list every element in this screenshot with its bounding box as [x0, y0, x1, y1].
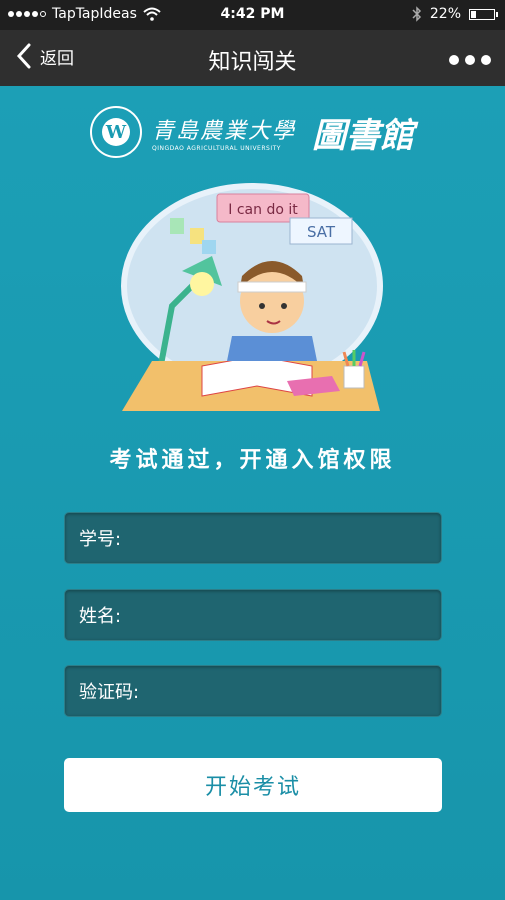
name-input[interactable]: [121, 589, 441, 641]
sign-text: I can do it: [228, 202, 298, 218]
school-name-en: QINGDAO AGRICULTURAL UNIVERSITY: [152, 144, 281, 152]
student-id-label: 学号:: [79, 529, 122, 550]
battery-percent: 22%: [429, 6, 461, 22]
more-dots-icon[interactable]: [449, 55, 491, 65]
studying-boy-illustration: I can do it SAT: [121, 183, 383, 411]
library-label: 圖書館: [312, 115, 415, 156]
student-id-field[interactable]: 学号:: [64, 512, 442, 564]
university-seal-icon: W: [90, 106, 142, 158]
captcha-field[interactable]: 验证码:: [64, 665, 442, 717]
library-logo: W 青島農業大學 QINGDAO AGRICULTURAL UNIVERSITY…: [90, 104, 420, 160]
captcha-label: 验证码:: [79, 682, 140, 703]
slogan-text: 考试通过，开通入馆权限: [109, 448, 396, 473]
book-text: SAT: [307, 223, 336, 241]
nav-bar: 返回 知识闯关: [0, 30, 505, 86]
status-bar: TapTapIdeas 4:42 PM 22%: [0, 0, 505, 30]
main-content: W 青島農業大學 QINGDAO AGRICULTURAL UNIVERSITY…: [0, 86, 505, 900]
page-title: 知识闯关: [208, 50, 297, 75]
status-right: 22%: [412, 6, 498, 22]
school-name: 青島農業大學 QINGDAO AGRICULTURAL UNIVERSITY: [152, 113, 296, 152]
school-name-cn: 青島農業大學: [152, 118, 297, 144]
bluetooth-icon: [412, 6, 421, 22]
battery-icon: [469, 8, 498, 20]
name-label: 姓名:: [79, 606, 122, 627]
name-field[interactable]: 姓名:: [64, 589, 442, 641]
captcha-input[interactable]: [139, 665, 441, 717]
start-exam-button[interactable]: 开始考试: [64, 758, 442, 812]
battery-fill: [471, 10, 476, 18]
student-id-input[interactable]: [121, 512, 441, 564]
